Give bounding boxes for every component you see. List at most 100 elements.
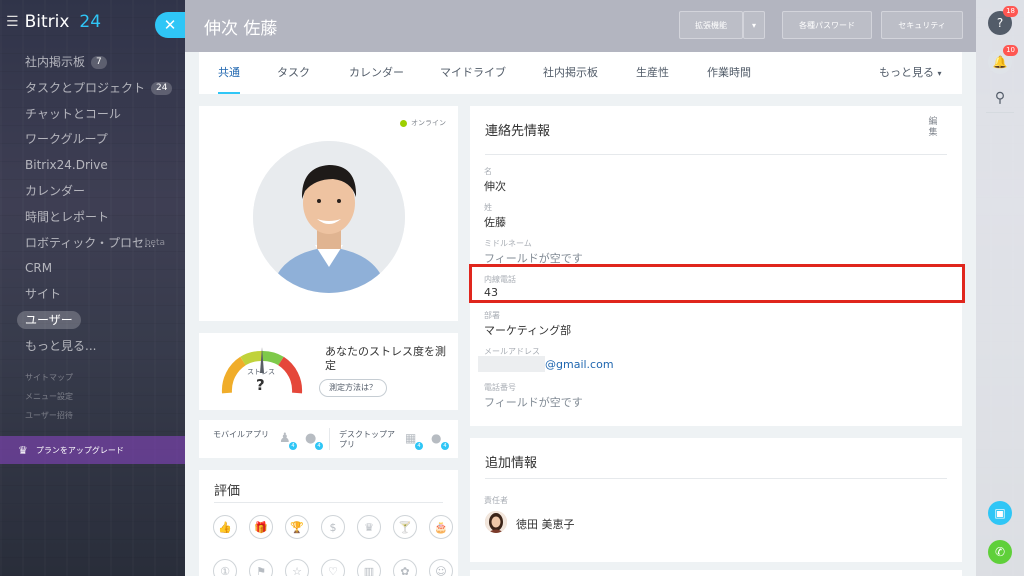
rating-title: 評価 [214,484,241,499]
number-one-icon[interactable]: ① [213,559,237,576]
status-dot-icon [400,119,407,127]
tab-general[interactable]: 共通 [218,52,240,94]
chevron-down-icon: ▾ [937,69,942,78]
help-badge: 18 [1003,6,1018,17]
money-bag-icon[interactable]: $ [321,515,345,539]
sidebar-item-tasks[interactable]: タスクとプロジェクト 24 [0,76,185,102]
sidebar-item-more[interactable]: もっと見る... [0,334,185,360]
cake-icon[interactable]: 🎂 [429,515,453,539]
tab-more[interactable]: もっと見る ▾ [879,52,942,94]
sidebar-item-time-reports[interactable]: 時間とレポート [0,205,185,231]
help-button[interactable]: ? 18 [988,6,1018,35]
tab-productivity[interactable]: 生産性 [636,52,669,94]
stress-card: ストレス ? あなたのストレス度を測定 測定方法は？ [199,333,458,410]
left-sidebar: ☰ Bitrix 24 社内掲示板 7 タスクとプロジェクト 24 チャットとコール … [0,0,185,576]
divider [485,478,947,479]
email-value[interactable]: @gmail.com [545,358,614,371]
menu-burger-icon[interactable]: ☰ [6,14,19,30]
edit-link[interactable]: 編集 [928,117,938,139]
heart-icon[interactable]: ♡ [321,559,345,576]
panel-header: 伸次 佐藤 拡張機能 ▾ 各種パスワード セキュリティ [185,0,976,52]
tab-feed[interactable]: 社内掲示板 [543,52,598,94]
redacted-email-block [478,356,545,372]
sidebar-item-drive[interactable]: Bitrix24.Drive [0,153,185,179]
additional-info-title: 追加情報 [485,456,538,471]
notifications-button[interactable]: 🔔 10 [988,45,1018,74]
tab-tasks[interactable]: タスク [277,52,310,94]
tab-calendar[interactable]: カレンダー [349,52,404,94]
sidebar-item-rpa[interactable]: ロボティック・プロセ... beta [0,231,185,257]
crown-icon[interactable]: ♛ [357,515,381,539]
manager-avatar[interactable] [485,511,507,533]
sidebar-item-invite[interactable]: ユーザー招待 [0,406,185,425]
brand-name: Bitrix [24,12,70,32]
gift-icon[interactable]: 🎁 [249,515,273,539]
flag-icon[interactable]: ⚑ [249,559,273,576]
bell-icon: 🔔 [992,55,1008,69]
sidebar-item-users[interactable]: ユーザー [0,308,185,334]
close-icon: ✕ [163,16,177,34]
desktop-app-label: デスクトップアプリ [339,430,395,449]
middle-name-label: ミドルネーム [484,239,532,248]
sidebar-item-workgroups[interactable]: ワークグループ [0,127,185,153]
extensions-button[interactable]: 拡張機能 [679,11,743,39]
tab-my-drive[interactable]: マイドライブ [440,52,506,94]
manager-label: 責任者 [484,496,508,505]
cocktail-icon[interactable]: 🍸 [393,515,417,539]
highlight-box [469,264,965,303]
flower-icon[interactable]: ✿ [393,559,417,576]
contact-info-title: 連絡先情報 [485,124,551,139]
next-card-edge [470,570,962,576]
phone-icon: ✆ [994,545,1006,559]
sidebar-item-feed[interactable]: 社内掲示板 7 [0,50,185,76]
beer-icon[interactable]: ▥ [357,559,381,576]
divider [214,502,443,503]
upgrade-plan-button[interactable]: ♛ プランをアップグレード [0,436,185,464]
person-photo-icon [485,511,507,533]
divider [485,154,947,155]
chevron-down-icon: ▾ [751,20,756,30]
person-icon: ▣ [994,506,1006,520]
page-title: 伸次 佐藤 [204,19,278,39]
sidebar-item-menu-settings[interactable]: メニュー設定 [0,387,185,406]
sidebar-item-sitemap[interactable]: サイトマップ [0,368,185,387]
thumbs-up-icon[interactable]: 👍 [213,515,237,539]
call-button[interactable]: ✆ [988,540,1012,564]
count-badge: 4 [315,442,323,450]
brand-logo[interactable]: ☰ Bitrix 24 [6,12,101,32]
additional-info-card: 追加情報 責任者 徳田 美恵子 [470,438,962,562]
security-button[interactable]: セキュリティ [881,11,963,39]
extensions-dropdown-button[interactable]: ▾ [743,11,765,39]
search-icon: ⚲ [994,90,1006,106]
search-button[interactable]: ⚲ [988,86,1012,110]
online-users-button[interactable]: ▣ [988,501,1012,525]
stress-title: あなたのストレス度を測定 [325,345,446,372]
avatar[interactable] [253,141,405,293]
apple-icon[interactable]: ● [431,431,441,445]
sidebar-item-sites[interactable]: サイト [0,282,185,308]
department-value: マーケティング部 [484,324,572,337]
passwords-button[interactable]: 各種パスワード [782,11,872,39]
person-photo-icon [253,141,405,293]
first-name-label: 名 [484,167,492,176]
manager-name[interactable]: 徳田 美恵子 [516,516,575,532]
beta-label: beta [144,237,165,248]
close-slider-button[interactable]: ✕ [155,12,185,38]
sidebar-item-chat[interactable]: チャットとコール [0,102,185,128]
brand-number: 24 [79,12,102,32]
phone-label: 電話番号 [484,383,516,392]
last-name-value: 佐藤 [484,216,506,229]
notify-badge: 10 [1003,45,1018,56]
last-name-label: 姓 [484,203,492,212]
sidebar-item-crm[interactable]: CRM [0,256,185,282]
how-to-measure-button[interactable]: 測定方法は？ [319,379,387,397]
trophy-icon[interactable]: 🏆 [285,515,309,539]
sidebar-item-calendar[interactable]: カレンダー [0,179,185,205]
sidebar-menu: 社内掲示板 7 タスクとプロジェクト 24 チャットとコール ワークグループ Bit… [0,50,185,425]
smile-icon[interactable]: ☺ [429,559,453,576]
apps-card: モバイルアプリ ♟ ● デスクトップアプリ ▦ ● 4 4 4 4 [199,420,458,458]
star-icon[interactable]: ☆ [285,559,309,576]
department-label: 部署 [484,311,500,320]
tab-work-time[interactable]: 作業時間 [707,52,751,94]
crown-icon: ♛ [18,443,28,457]
